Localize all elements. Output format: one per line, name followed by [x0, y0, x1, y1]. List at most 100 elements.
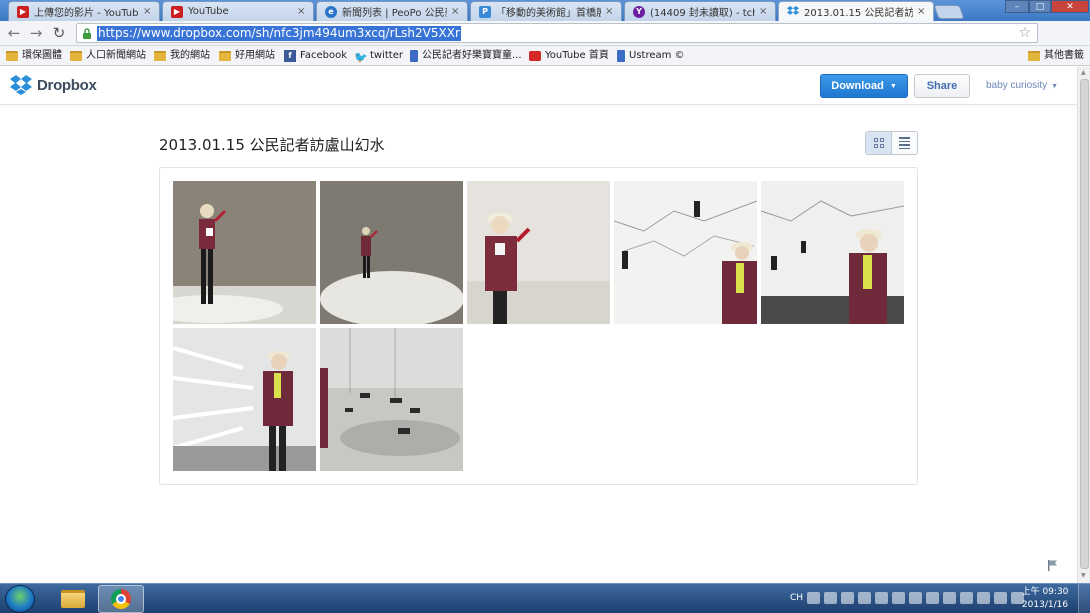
folder-title: 2013.01.15 公民記者訪盧山幻水: [159, 136, 385, 154]
new-tab-button[interactable]: [933, 5, 965, 19]
tab-dropbox[interactable]: 2013.01.15 公民記者訪盧 ×: [778, 1, 934, 21]
ie-icon: e: [325, 5, 337, 18]
tray-app-icon[interactable]: [977, 592, 991, 604]
bookmark-folder[interactable]: 好用網站: [219, 49, 275, 63]
flag-icon[interactable]: [1048, 560, 1058, 571]
tray-app-icon[interactable]: [892, 592, 906, 604]
dropbox-header: Dropbox Download ▼ Share baby curiosity ▼: [0, 67, 1090, 105]
download-button[interactable]: Download ▼: [820, 74, 908, 98]
close-icon[interactable]: ×: [451, 6, 461, 17]
maximize-button[interactable]: □: [1029, 0, 1051, 13]
photo-gallery: [159, 167, 918, 485]
address-bar[interactable]: https://www.dropbox.com/sh/nfc3jm494um3x…: [76, 23, 1038, 43]
close-icon[interactable]: ×: [143, 6, 153, 17]
tab-yahoo-mail[interactable]: Y (14409 封未讀取) - tchan ×: [624, 1, 776, 21]
close-icon[interactable]: ×: [297, 6, 307, 17]
window-controls: – □ ✕: [1005, 0, 1089, 13]
clock-date: 2013/1/16: [1021, 600, 1069, 610]
tab-youtube[interactable]: ▶ YouTube ×: [162, 1, 314, 21]
close-icon[interactable]: ×: [917, 6, 927, 17]
photo-thumbnail[interactable]: [320, 181, 463, 324]
tray-app-icon[interactable]: [875, 592, 889, 604]
bookmark-other[interactable]: 其他書籤: [1028, 49, 1084, 63]
bookmark-star-icon[interactable]: ☆: [1018, 25, 1031, 41]
close-window-button[interactable]: ✕: [1051, 0, 1089, 13]
clock-time: 上午 09:30: [1021, 587, 1069, 597]
close-icon[interactable]: ×: [605, 6, 615, 17]
tab-moving-museum[interactable]: P 「移動的美術館」首橋展出 ×: [470, 1, 622, 21]
dropbox-icon: [787, 6, 799, 18]
close-icon[interactable]: ×: [759, 6, 769, 17]
show-desktop-button[interactable]: [1078, 584, 1090, 613]
folder-icon: [70, 51, 82, 61]
bookmark-folder[interactable]: 環保圖體: [6, 49, 62, 63]
taskbar-explorer[interactable]: [50, 585, 96, 613]
taskbar-clock[interactable]: 上午 09:30 2013/1/16: [1018, 586, 1072, 612]
scroll-up-icon[interactable]: ▲: [1081, 69, 1086, 76]
bookmark-folder[interactable]: 人口新聞網站: [70, 49, 146, 63]
bookmark-facebook[interactable]: f Facebook: [284, 49, 347, 63]
tab-strip: ▶ 上傳您的影片 - YouTube × ▶ YouTube × e 新聞列表 …: [0, 0, 1090, 21]
view-toggle: [865, 131, 918, 155]
scrollbar-thumb[interactable]: [1080, 79, 1089, 569]
explorer-icon: [61, 590, 85, 608]
language-indicator[interactable]: CH: [790, 593, 803, 603]
tab-peopo-news[interactable]: e 新聞列表 | PeoPo 公民新聞 ×: [316, 1, 468, 21]
lock-icon: [83, 28, 91, 39]
tray-app-icon[interactable]: [858, 592, 872, 604]
bookmark-youtube-home[interactable]: YouTube 首頁: [529, 49, 609, 63]
folder-icon: [6, 51, 18, 61]
tray-app-icon[interactable]: [960, 592, 974, 604]
taskbar-chrome[interactable]: [98, 585, 144, 613]
page-scrollbar[interactable]: ▲ ▼: [1077, 67, 1090, 583]
dropbox-logo[interactable]: Dropbox: [10, 75, 97, 95]
volume-icon[interactable]: [909, 592, 923, 604]
youtube-icon: [529, 51, 541, 61]
action-center-flag-icon[interactable]: [926, 592, 940, 604]
windows-taskbar: CH 上午 09:30 2013/1/16: [0, 583, 1090, 613]
grid-icon: [873, 138, 884, 148]
photo-thumbnail[interactable]: [761, 181, 904, 324]
twitter-icon: 🐦: [354, 51, 368, 64]
photo-thumbnail[interactable]: [173, 181, 316, 324]
keyboard-icon[interactable]: [824, 592, 838, 604]
user-menu[interactable]: baby curiosity ▼: [986, 80, 1058, 91]
reload-icon[interactable]: ↻: [51, 25, 67, 41]
bookmark-ustream[interactable]: Ustream ©: [617, 49, 685, 63]
start-button[interactable]: [5, 585, 35, 613]
bookmark-twitter[interactable]: 🐦 twitter: [354, 49, 403, 64]
back-arrow-icon[interactable]: ←: [6, 25, 22, 41]
ustream-icon: [617, 50, 625, 62]
url-text[interactable]: https://www.dropbox.com/sh/nfc3jm494um3x…: [97, 26, 461, 41]
bookmarks-bar: 環保圖體 人口新聞網站 我的網站 好用網站 f Facebook 🐦 twitt…: [0, 46, 1090, 66]
network-icon[interactable]: [943, 592, 957, 604]
browser-toolbar: ← → ↻ https://www.dropbox.com/sh/nfc3jm4…: [0, 21, 1090, 61]
folder-icon: [154, 51, 166, 61]
youtube-icon: ▶: [17, 5, 29, 18]
forward-arrow-icon[interactable]: →: [28, 25, 44, 41]
bookmark-citizen-reporter[interactable]: 公民記者好樂寶寶童...: [410, 49, 522, 63]
bookmark-folder[interactable]: 我的網站: [154, 49, 210, 63]
minimize-button[interactable]: –: [1005, 0, 1029, 13]
yahoo-mail-icon: Y: [633, 5, 645, 18]
photo-thumbnail[interactable]: [467, 181, 610, 324]
photo-thumbnail[interactable]: [614, 181, 757, 324]
ime-icon[interactable]: [807, 592, 821, 604]
caret-down-icon: ▼: [889, 82, 897, 90]
help-icon[interactable]: [841, 592, 855, 604]
list-icon: [899, 135, 910, 151]
share-button[interactable]: Share: [914, 74, 970, 98]
folder-icon: [1028, 51, 1040, 61]
facebook-icon: f: [284, 50, 296, 62]
system-tray: CH: [790, 590, 1025, 606]
chrome-icon: [111, 589, 131, 609]
photo-thumbnail[interactable]: [173, 328, 316, 471]
grid-view-button[interactable]: [866, 132, 892, 154]
tab-youtube-upload[interactable]: ▶ 上傳您的影片 - YouTube ×: [8, 1, 160, 21]
scroll-down-icon[interactable]: ▼: [1081, 572, 1086, 579]
list-view-button[interactable]: [892, 132, 917, 154]
youtube-icon: ▶: [171, 5, 183, 18]
ustream-icon: [410, 50, 418, 62]
photo-thumbnail[interactable]: [320, 328, 463, 471]
tray-app-icon[interactable]: [994, 592, 1008, 604]
